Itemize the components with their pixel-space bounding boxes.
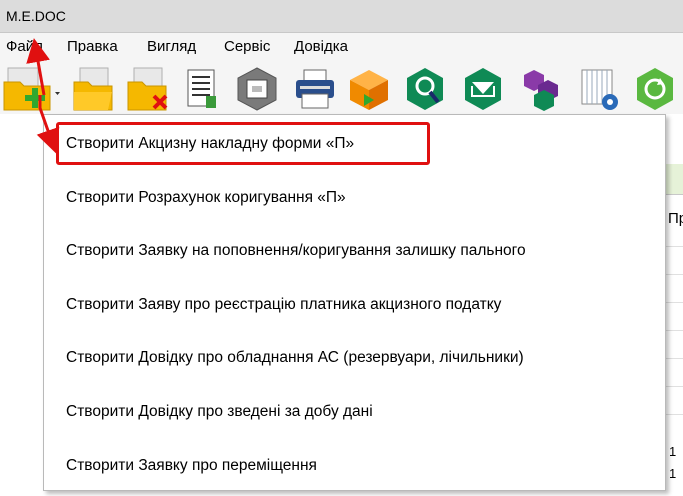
send-envelope-icon[interactable] (346, 66, 392, 112)
grid-line (666, 358, 683, 359)
title-bar: M.E.DOC (0, 0, 683, 33)
menu-item-create-fuel-request[interactable]: Створити Заявку на поповнення/коригуванн… (66, 240, 526, 262)
receive-envelope-icon[interactable] (460, 66, 506, 112)
hexagons-icon[interactable] (518, 66, 564, 112)
grid-line (666, 414, 683, 415)
table-cell: 1 (669, 444, 677, 459)
menu-bar: Файл Правка Вигляд Сервіс Довідка (0, 33, 683, 60)
create-document-dropdown: Створити Акцизну накладну форми «П» Ство… (43, 114, 666, 491)
delete-folder-icon[interactable] (124, 66, 170, 112)
menu-item-create-equipment-certificate[interactable]: Створити Довідку про обладнання АС (резе… (66, 347, 524, 369)
grid-line (666, 386, 683, 387)
menu-edit[interactable]: Правка (67, 38, 118, 55)
archive-box-icon[interactable] (234, 66, 280, 112)
search-hexagon-icon[interactable] (402, 66, 448, 112)
grid-line (666, 302, 683, 303)
menu-file[interactable]: Файл (6, 38, 43, 55)
toolbar (0, 60, 683, 114)
window-title: M.E.DOC (6, 8, 66, 24)
grid-line (666, 246, 683, 247)
grid-line (666, 274, 683, 275)
menu-item-create-excise-invoice[interactable]: Створити Акцизну накладну форми «П» (66, 133, 354, 155)
open-folder-icon[interactable] (70, 66, 116, 112)
menu-service[interactable]: Сервіс (224, 38, 270, 55)
table-cell: 1 (669, 466, 677, 481)
menu-view[interactable]: Вигляд (147, 38, 196, 55)
document-list-icon[interactable] (178, 66, 224, 112)
refresh-icon[interactable] (632, 66, 678, 112)
grid-line (666, 330, 683, 331)
menu-item-create-registration-application[interactable]: Створити Заяву про реєстрацію платника а… (66, 294, 501, 316)
printer-icon[interactable] (292, 66, 338, 112)
column-header[interactable]: Пр (668, 210, 683, 227)
menu-item-create-adjustment-calc[interactable]: Створити Розрахунок коригування «П» (66, 187, 346, 209)
menu-item-create-daily-summary[interactable]: Створити Довідку про зведені за добу дан… (66, 401, 373, 423)
new-document-icon[interactable] (2, 66, 62, 112)
menu-help[interactable]: Довідка (294, 38, 348, 55)
header-strip (666, 164, 683, 195)
menu-item-create-transfer-request[interactable]: Створити Заявку про переміщення (66, 455, 317, 477)
calendar-settings-icon[interactable] (576, 66, 622, 112)
